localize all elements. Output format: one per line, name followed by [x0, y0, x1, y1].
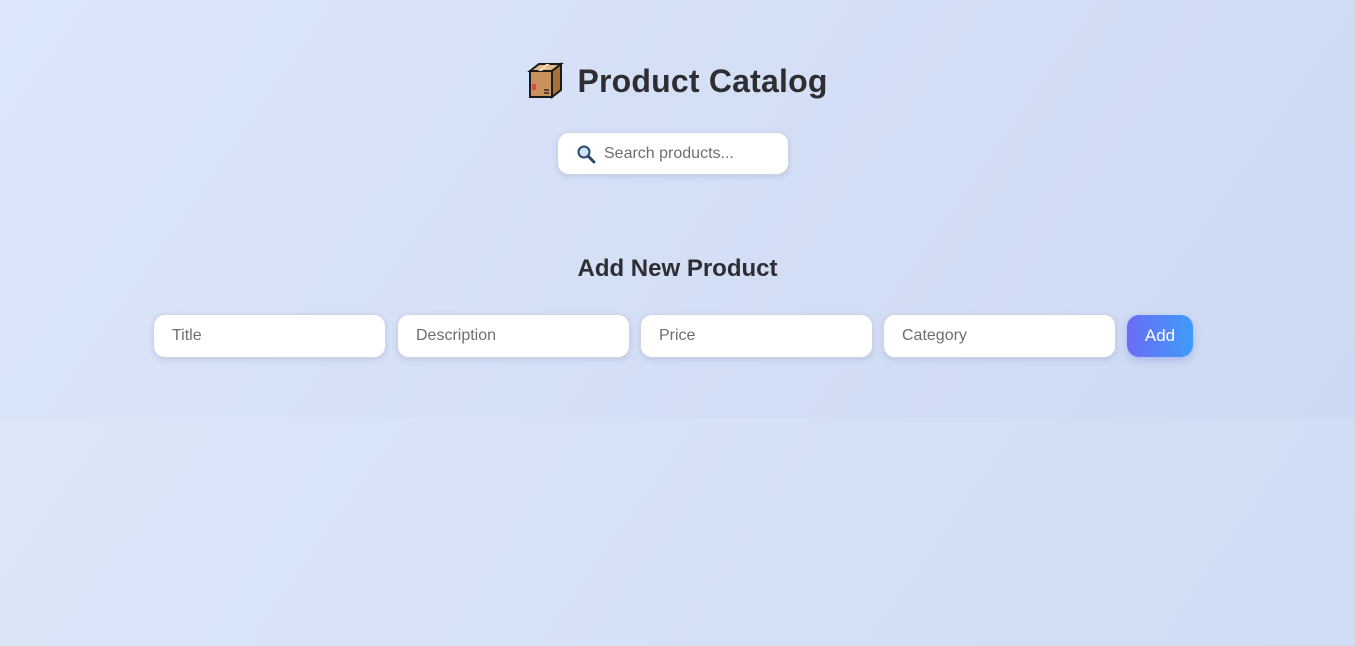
header: Product Catalog [0, 58, 1355, 104]
add-product-button[interactable]: Add [1127, 315, 1193, 357]
category-field[interactable] [883, 314, 1116, 358]
search-icon [576, 144, 596, 164]
package-box-icon [527, 61, 565, 100]
search-input[interactable] [602, 143, 776, 164]
title-field[interactable] [153, 314, 386, 358]
page-title: Product Catalog [577, 62, 828, 99]
search-box[interactable] [557, 132, 789, 175]
description-field[interactable] [397, 314, 630, 358]
add-product-heading: Add New Product [577, 255, 778, 282]
price-field[interactable] [640, 314, 873, 358]
